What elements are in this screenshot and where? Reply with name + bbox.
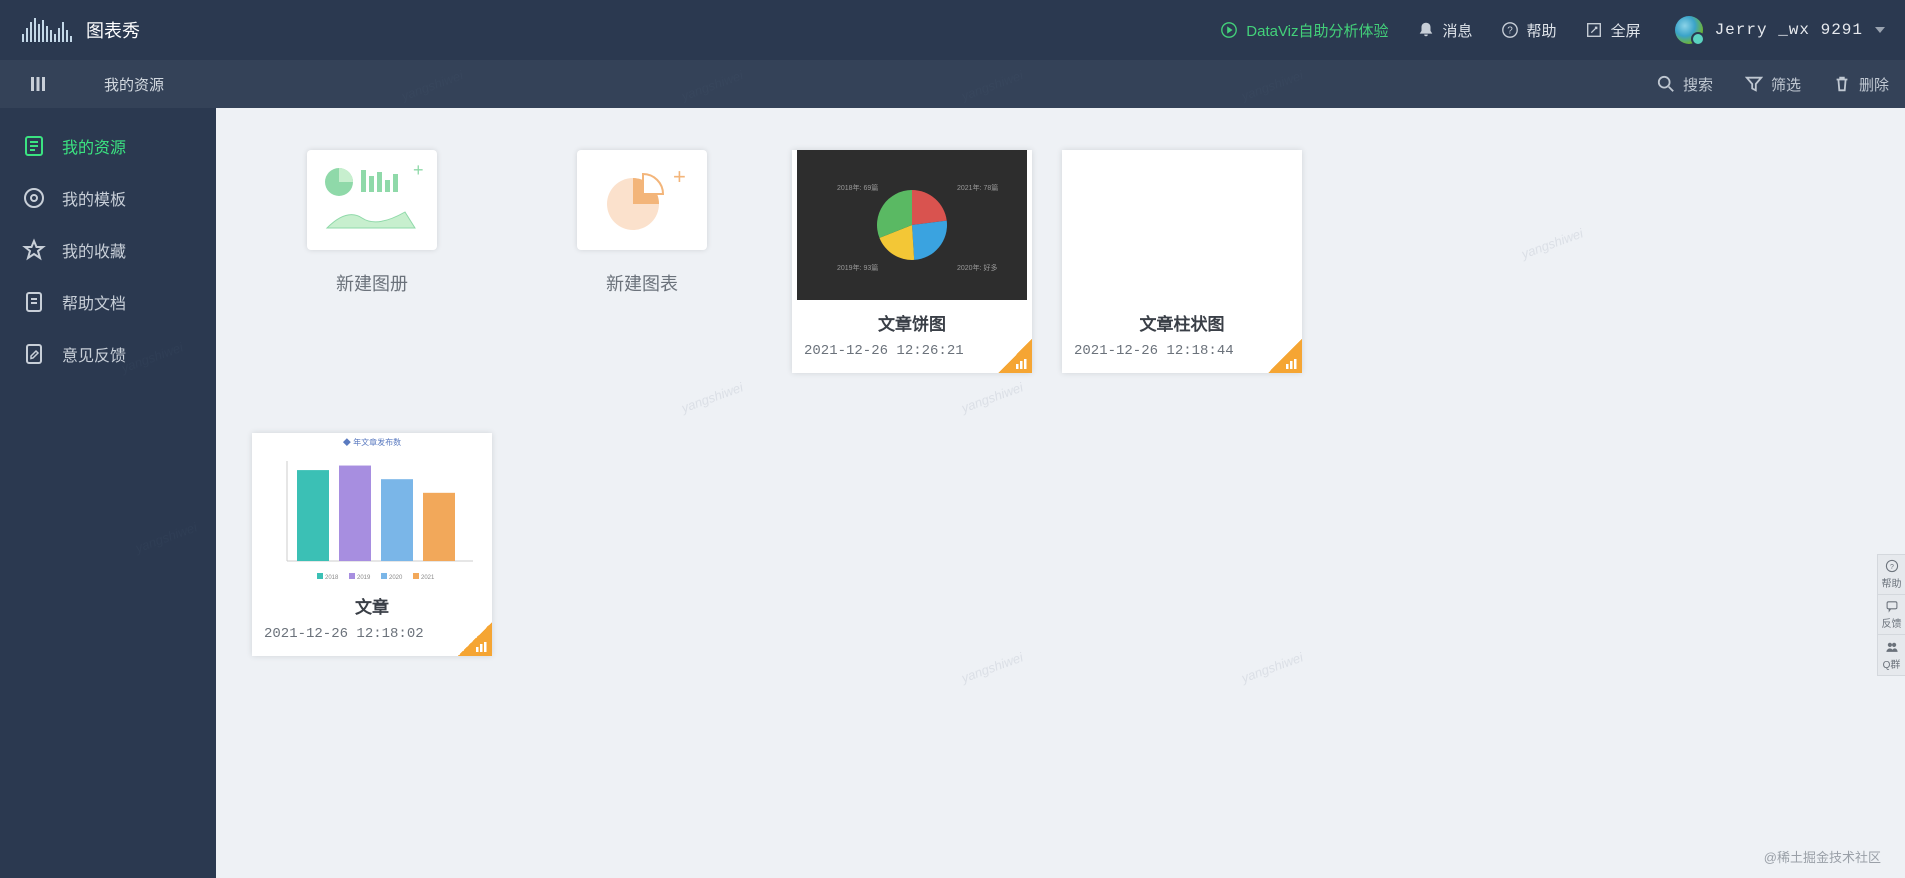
filter-icon	[1745, 75, 1763, 93]
svg-text:2019年: 93篇: 2019年: 93篇	[837, 263, 878, 272]
sidebar-item-favorites[interactable]: 我的收藏	[0, 224, 216, 276]
sidebar-item-label: 意见反馈	[62, 342, 126, 366]
file-icon	[22, 290, 46, 314]
float-qgroup[interactable]: Q群	[1878, 635, 1905, 675]
new-album-label: 新建图册	[336, 270, 408, 296]
brand-logo[interactable]: 图表秀	[20, 16, 140, 44]
columns-icon	[28, 74, 48, 94]
search-action[interactable]: 搜索	[1657, 74, 1713, 95]
new-chart-label: 新建图表	[606, 270, 678, 296]
svg-text:+: +	[673, 164, 686, 189]
chart-title: 文章	[264, 593, 480, 618]
grid-view-tab[interactable]	[0, 60, 76, 108]
sidebar-item-docs[interactable]: 帮助文档	[0, 276, 216, 328]
chart-card-bar-article[interactable]: 文章柱状图 2021-12-26 12:18:44	[1062, 150, 1302, 373]
chart-date: 2021-12-26 12:26:21	[804, 343, 1020, 359]
chart-card-pie-article[interactable]: 2018年: 69篇 2021年: 78篇 2019年: 93篇 2020年: 好多文…	[792, 150, 1032, 373]
sub-bar: 我的资源 搜索 筛选 删除	[0, 60, 1905, 108]
play-circle-icon	[1220, 21, 1238, 39]
new-chart-thumb: +	[577, 150, 707, 250]
chart-title: 文章饼图	[804, 310, 1020, 335]
sidebar: 我的资源我的模板我的收藏帮助文档意见反馈	[0, 108, 216, 878]
svg-text:+: +	[413, 160, 424, 180]
float-help[interactable]: ?帮助	[1878, 555, 1905, 595]
footer-watermark: @稀土掘金技术社区	[1764, 847, 1881, 866]
svg-text:2018年: 69篇: 2018年: 69篇	[837, 183, 878, 192]
sidebar-item-feedback[interactable]: 意见反馈	[0, 328, 216, 380]
sidebar-item-label: 我的模板	[62, 186, 126, 210]
trash-icon	[1833, 75, 1851, 93]
svg-text:2019: 2019	[357, 575, 371, 581]
svg-text:?: ?	[1890, 564, 1894, 571]
fullscreen-link[interactable]: 全屏	[1585, 20, 1641, 41]
sidebar-item-templates[interactable]: 我的模板	[0, 172, 216, 224]
help-link[interactable]: ? 帮助	[1501, 20, 1557, 41]
avatar	[1675, 16, 1703, 44]
star-icon	[22, 238, 46, 262]
svg-text:2020: 2020	[389, 575, 403, 581]
filter-action[interactable]: 筛选	[1745, 74, 1801, 95]
chart-type-badge	[458, 622, 492, 656]
username: Jerry _wx 9291	[1715, 21, 1863, 39]
top-bar: 图表秀 DataViz自助分析体验 消息 ? 帮助 全屏 Jerry _wx 9…	[0, 0, 1905, 60]
new-album-card[interactable]: + 新建图册	[252, 150, 492, 296]
chart-type-badge	[1268, 339, 1302, 373]
bell-icon	[1417, 21, 1435, 39]
dataviz-link[interactable]: DataViz自助分析体验	[1220, 20, 1388, 41]
sidebar-item-label: 帮助文档	[62, 290, 126, 314]
svg-text:2021: 2021	[421, 575, 435, 581]
svg-text:2020年: 好多: 2020年: 好多	[957, 263, 997, 272]
sidebar-item-label: 我的收藏	[62, 238, 126, 262]
new-album-thumb: +	[307, 150, 437, 250]
chart-preview: ◆ 年文章发布数 2018 2019 2020 2021	[252, 433, 492, 583]
user-menu[interactable]: Jerry _wx 9291	[1675, 16, 1885, 44]
chat-icon	[1885, 599, 1899, 613]
new-chart-card[interactable]: + 新建图表	[522, 150, 762, 296]
question-circle-icon: ?	[1885, 559, 1899, 573]
chevron-down-icon	[1875, 27, 1885, 33]
question-circle-icon: ?	[1501, 21, 1519, 39]
chart-card-article[interactable]: ◆ 年文章发布数 2018 2019 2020 2021 文章 2021-12-26 12:…	[252, 433, 492, 656]
chart-type-badge	[998, 339, 1032, 373]
sidebar-item-resources[interactable]: 我的资源	[0, 120, 216, 172]
doc-icon	[22, 134, 46, 158]
chart-date: 2021-12-26 12:18:02	[264, 626, 480, 642]
search-icon	[1657, 75, 1675, 93]
messages-link[interactable]: 消息	[1417, 20, 1473, 41]
svg-text:2021年: 78篇: 2021年: 78篇	[957, 183, 998, 192]
svg-text:◆ 年文章发布数: ◆ 年文章发布数	[343, 437, 401, 447]
expand-icon	[1585, 21, 1603, 39]
logo-bars-icon	[20, 16, 80, 44]
chart-title: 文章柱状图	[1074, 310, 1290, 335]
breadcrumb-my-resources[interactable]: 我的资源	[76, 60, 192, 108]
svg-text:2018: 2018	[325, 575, 339, 581]
delete-action[interactable]: 删除	[1833, 74, 1889, 95]
content-area: + 新建图册 + 新建图表 2018年: 69篇 2021年: 78篇 2019年: 93篇…	[216, 108, 1905, 878]
float-feedback[interactable]: 反馈	[1878, 595, 1905, 635]
file-edit-icon	[22, 342, 46, 366]
chart-preview	[1062, 150, 1302, 300]
users-icon	[1885, 640, 1899, 654]
brand-text: 图表秀	[86, 17, 140, 43]
chart-date: 2021-12-26 12:18:44	[1074, 343, 1290, 359]
float-panel: ?帮助 反馈 Q群	[1877, 554, 1905, 676]
svg-text:?: ?	[1507, 26, 1513, 37]
chart-preview: 2018年: 69篇 2021年: 78篇 2019年: 93篇 2020年: 好多	[792, 150, 1032, 300]
sidebar-item-label: 我的资源	[62, 134, 126, 158]
disc-icon	[22, 186, 46, 210]
